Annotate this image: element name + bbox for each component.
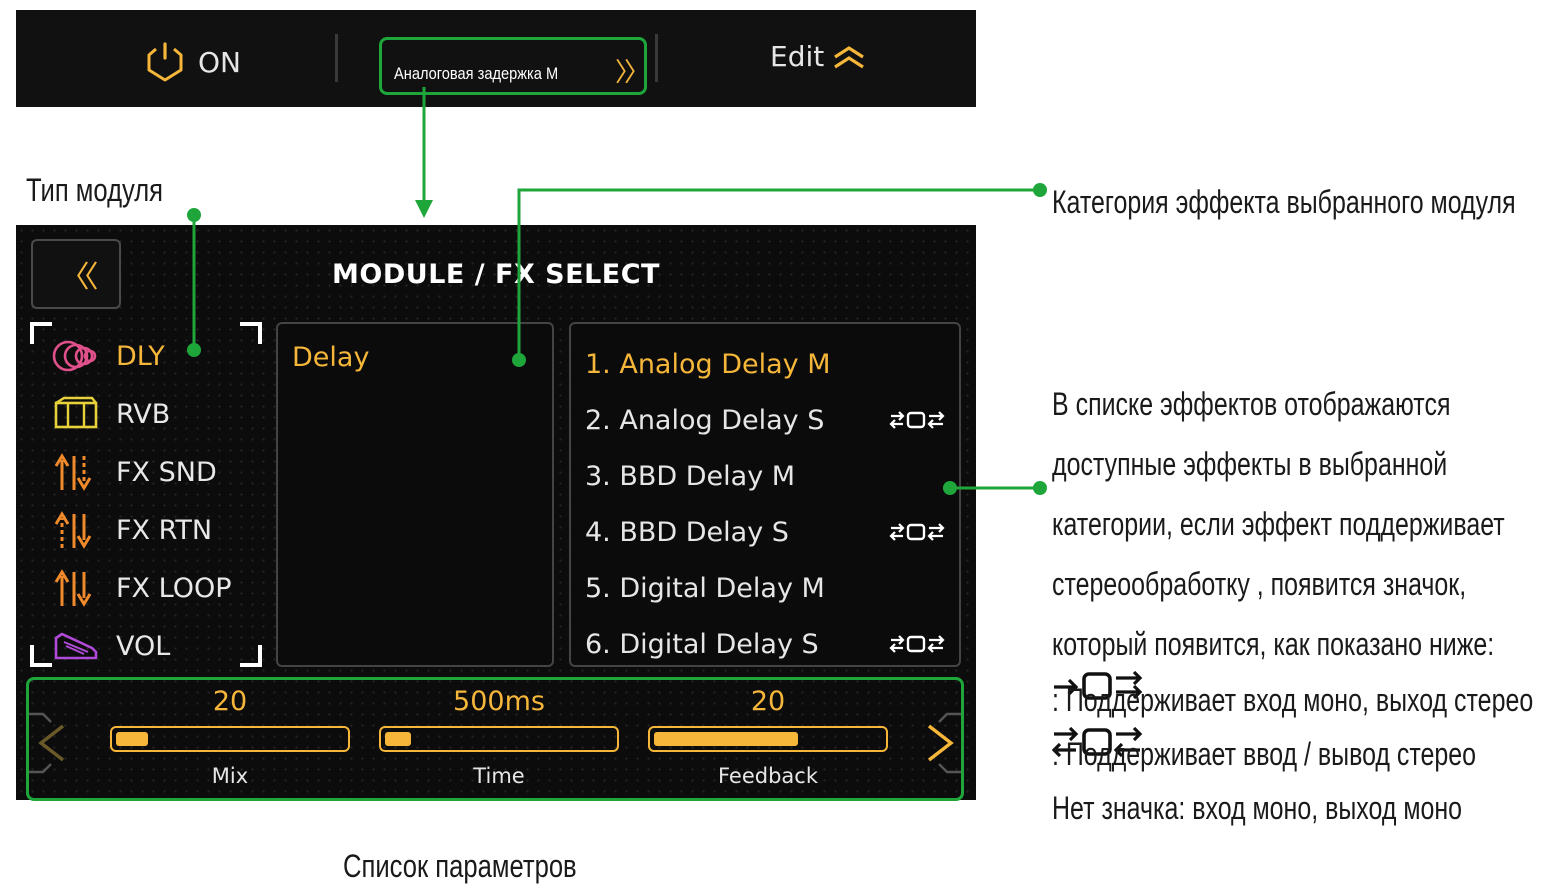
effect-category-item[interactable]: Delay [292,342,369,373]
legend-mono-in-stereo-out: : Поддерживает вход моно, выход стерео [1052,682,1534,718]
power-toggle[interactable]: ON [144,40,241,84]
double-chevron-up-icon [834,45,865,68]
fx-loop-icon [52,568,100,608]
param-value: 20 [212,686,248,717]
param-slider-fill [654,732,798,746]
param-slider-fill [385,732,411,746]
module-type-vol[interactable]: VOL [52,626,170,666]
effect-label: 5. Digital Delay M [585,572,825,604]
divider [335,34,338,82]
param-slider-fill [116,732,148,746]
selection-bracket [30,645,52,667]
stereo-in-out-icon [889,635,945,653]
module-select-button[interactable]: Аналоговая задержка M 〉〉 [379,37,650,95]
selection-bracket [240,322,262,344]
delay-rings-icon [52,336,100,376]
annotation-effect-list: В списке эффектов отображаются доступные… [1052,374,1505,674]
top-bar: ON Аналоговая задержка M 〉〉 Edit [16,10,976,107]
module-type-label: VOL [116,630,171,662]
annotation-line: доступные эффекты в выбранной [1052,446,1448,482]
effect-category-panel: Delay [276,322,554,667]
legend-no-icon: Нет значка: вход моно, выход моно [1052,790,1463,826]
effect-item[interactable]: 2. Analog Delay S [585,400,945,440]
annotation-params: Список параметров [343,848,577,884]
fx-send-icon [52,452,100,492]
screen-title: MODULE / FX SELECT [332,259,660,290]
selection-bracket [240,645,262,667]
effect-item[interactable]: 6. Digital Delay S [585,624,945,664]
module-type-fx-rtn[interactable]: FX RTN [52,510,212,550]
power-icon [147,42,183,82]
annotation-category: Категория эффекта выбранного модуля [1052,184,1516,220]
next-page-arrow-icon[interactable] [917,710,961,776]
divider [655,34,658,82]
annotation-line: стереообработку , появится значок, [1052,566,1467,602]
power-label: ON [198,45,241,79]
module-type-label: DLY [116,340,165,372]
edit-button[interactable]: Edit [770,40,866,73]
effect-item[interactable]: 5. Digital Delay M [585,568,945,608]
module-type-label: RVB [116,398,171,430]
module-type-fx-snd[interactable]: FX SND [52,452,217,492]
effect-item[interactable]: 4. BBD Delay S [585,512,945,552]
effect-label: 3. BBD Delay M [585,460,796,492]
edit-label: Edit [770,40,825,73]
effect-label: 2. Analog Delay S [585,404,825,436]
module-type-label: FX RTN [116,514,213,546]
module-fx-select-screen: 〈〈 MODULE / FX SELECT DLY RVB FX SND FX … [16,225,976,801]
effect-item[interactable]: 3. BBD Delay M [585,456,945,496]
annotation-module-type: Тип модуля [26,172,164,208]
module-type-list: DLY RVB FX SND FX RTN FX LOOP VOL [30,322,262,667]
annotation-line: который появится, как показано ниже: [1052,626,1495,662]
effect-item[interactable]: 1. Analog Delay M [585,344,945,384]
module-name: Аналоговая задержка M [394,64,559,83]
double-chevron-right-icon: 〉〉 [615,58,650,88]
param-label: Feedback [717,764,818,788]
module-type-label: FX SND [116,456,217,488]
selection-bracket [30,322,52,344]
param-label: Mix [211,764,249,788]
prev-page-arrow-icon[interactable] [29,710,73,776]
param-slider-track[interactable] [110,726,350,752]
effect-label: 4. BBD Delay S [585,516,789,548]
param-slider-track[interactable] [379,726,619,752]
param-slider-track[interactable] [648,726,888,752]
legend-stereo-in-out: : Поддерживает ввод / вывод стерео [1052,736,1477,772]
param-value: 20 [750,686,786,717]
parameter-bar: 20 Mix 500ms Time 20 Feedback [26,677,964,801]
stereo-in-out-icon [889,411,945,429]
param-value: 500ms [453,686,545,717]
param-label: Time [473,764,525,788]
effect-list: 1. Analog Delay M 2. Analog Delay S 3. B… [569,322,961,667]
module-type-label: FX LOOP [116,572,232,604]
module-type-rvb[interactable]: RVB [52,394,170,434]
stereo-in-out-icon [889,523,945,541]
fx-return-icon [52,510,100,550]
module-type-dly[interactable]: DLY [52,336,165,376]
reverb-cube-icon [52,394,100,434]
module-type-fx-loop[interactable]: FX LOOP [52,568,231,608]
volume-pedal-icon [52,626,100,666]
effect-label: 6. Digital Delay S [585,628,819,660]
annotation-line: В списке эффектов отображаются [1052,386,1451,422]
effect-label: 1. Analog Delay M [585,348,831,380]
annotation-line: категории, если эффект поддерживает [1052,506,1505,542]
